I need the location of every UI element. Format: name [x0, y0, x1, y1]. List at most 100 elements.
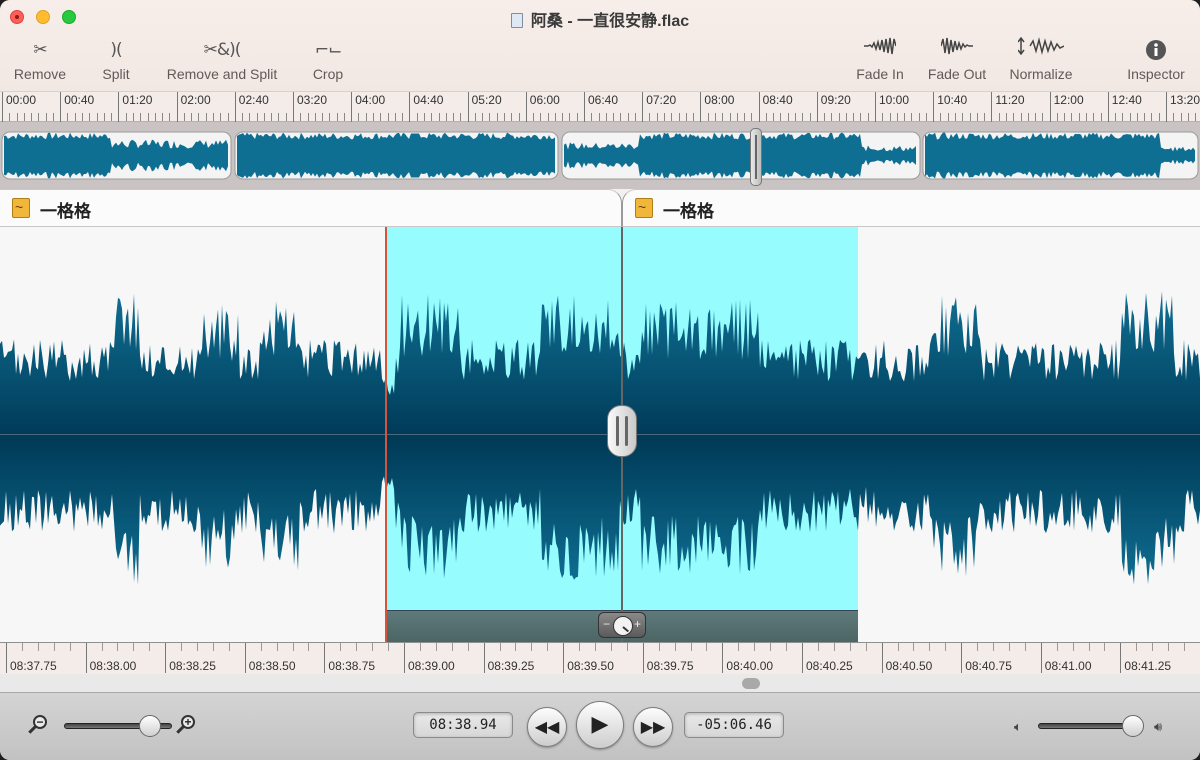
detail-ruler-time-label: 08:38.00	[89, 659, 137, 673]
ruler-minor-tick	[918, 113, 920, 121]
detail-ruler-minor-tick	[595, 643, 597, 651]
ruler-minor-tick	[74, 113, 76, 121]
waveform-editor[interactable]: − +	[0, 227, 1200, 642]
detail-ruler-minor-tick	[1008, 643, 1010, 651]
ruler-minor-tick	[329, 113, 331, 121]
ruler-minor-tick	[89, 113, 91, 121]
track-header-left[interactable]: 一格格	[0, 189, 622, 227]
ruler-minor-tick	[125, 113, 127, 121]
ruler-minor-tick	[416, 113, 418, 121]
split-label: Split	[102, 66, 130, 82]
volume-slider-thumb[interactable]	[1122, 715, 1144, 737]
ruler-time-label: 06:40	[588, 93, 619, 107]
audio-file-icon	[635, 198, 653, 218]
detail-ruler-minor-tick	[499, 643, 501, 651]
ruler-minor-tick	[132, 113, 134, 121]
overview-waveform-shape	[925, 132, 1195, 179]
ruler-minor-tick	[380, 113, 382, 121]
ruler-minor-tick	[82, 113, 84, 121]
ruler-major-tick	[60, 92, 62, 122]
detail-ruler-minor-tick	[913, 643, 915, 651]
detail-ruler-minor-tick	[1088, 643, 1090, 651]
ruler-minor-tick	[482, 113, 484, 121]
detail-ruler-major-tick	[563, 643, 565, 673]
detail-ruler-minor-tick	[754, 643, 756, 651]
ruler-major-tick	[234, 92, 236, 122]
ruler-time-label: 08:00	[704, 93, 735, 107]
detail-ruler-major-tick	[404, 643, 405, 673]
detail-ruler-minor-tick	[579, 643, 581, 651]
fade-in-button[interactable]: Fade In	[852, 36, 908, 82]
ruler-minor-tick	[613, 113, 615, 121]
ruler-minor-tick	[1122, 113, 1124, 121]
window-title-text: 阿桑 - 一直很安静.flac	[530, 13, 690, 30]
ruler-minor-tick	[1078, 113, 1080, 121]
fade-out-icon	[924, 36, 990, 64]
ruler-minor-tick	[751, 113, 753, 121]
ruler-time-label: 12:40	[1111, 93, 1142, 107]
timeline-ruler[interactable]: 00:00 00:40 01:20 02:00 02:40 03:20 04:00 04:40…	[0, 92, 1200, 122]
ruler-minor-tick	[474, 113, 476, 121]
overview-position-handle[interactable]	[750, 128, 762, 186]
ruler-minor-tick	[1115, 113, 1117, 121]
detail-ruler-minor-tick	[212, 643, 214, 651]
gain-dial[interactable]	[613, 616, 633, 636]
ruler-time-label: 06:00	[529, 93, 560, 107]
detail-ruler-minor-tick	[228, 643, 230, 651]
volume-high-icon: 🔊︎	[1154, 720, 1163, 735]
rewind-button[interactable]: ◀◀	[527, 707, 567, 747]
ruler-minor-tick	[838, 113, 840, 121]
detail-ruler-major-tick	[1040, 643, 1042, 673]
ruler-minor-tick	[285, 113, 287, 121]
fast-forward-button[interactable]: ▶▶	[633, 707, 673, 747]
selection-gain-control[interactable]: − +	[598, 612, 646, 638]
ruler-minor-tick	[984, 113, 986, 121]
ruler-minor-tick	[227, 113, 229, 121]
detail-ruler-minor-tick	[419, 643, 421, 651]
inspector-button[interactable]: Inspector	[1120, 36, 1192, 82]
audio-file-icon	[12, 198, 30, 218]
ruler-minor-tick	[678, 113, 680, 121]
normalize-button[interactable]: Normalize	[1004, 36, 1078, 82]
split-icon: )(	[110, 40, 122, 60]
ruler-major-tick	[991, 92, 993, 122]
current-time-display: 08:38.94	[413, 712, 513, 738]
zoom-in-icon[interactable]: +	[176, 715, 196, 735]
ruler-minor-tick	[1020, 113, 1022, 121]
zoom-slider-thumb[interactable]	[139, 715, 162, 737]
playhead-handle[interactable]	[607, 405, 637, 457]
detail-ruler-major-tick	[483, 643, 485, 673]
crop-button[interactable]: ⌐⌙ Crop	[308, 36, 348, 82]
horizontal-scrollbar[interactable]	[0, 674, 1200, 692]
remove-button[interactable]: ✂ Remove	[10, 36, 70, 82]
ruler-minor-tick	[300, 113, 302, 121]
detail-ruler-major-tick	[324, 643, 326, 673]
detail-ruler-minor-tick	[1168, 643, 1170, 651]
ruler-time-label: 02:40	[238, 93, 269, 107]
window-title: 阿桑 - 一直很安静.flac	[0, 7, 1200, 31]
play-button[interactable]: ▶	[576, 701, 624, 749]
fade-out-button[interactable]: Fade Out	[924, 36, 990, 82]
scrollbar-thumb[interactable]	[742, 678, 760, 689]
selection-start-marker[interactable]	[385, 227, 387, 642]
ruler-minor-tick	[911, 113, 913, 121]
ruler-time-label: 00:00	[6, 93, 37, 107]
detail-ruler-minor-tick	[372, 643, 374, 651]
track-header-right[interactable]: 一格格	[622, 189, 1200, 227]
overview-strip[interactable]	[0, 122, 1200, 189]
transport-bar: − + 08:38.94 ◀◀ ▶ ▶▶ -05:06.46 🔈︎ 🔊︎	[0, 692, 1200, 760]
ruler-minor-tick	[438, 113, 440, 121]
ruler-minor-tick	[533, 113, 535, 121]
detail-ruler-minor-tick	[133, 643, 135, 651]
ruler-minor-tick	[373, 113, 375, 121]
ruler-minor-tick	[1158, 113, 1160, 121]
fade-out-label: Fade Out	[927, 66, 987, 82]
ruler-minor-tick	[576, 113, 578, 121]
split-button[interactable]: )( Split	[96, 36, 136, 82]
ruler-time-label: 05:20	[471, 93, 502, 107]
remove-and-split-button[interactable]: ✂&)( Remove and Split	[160, 36, 284, 82]
zoom-out-icon[interactable]: −	[28, 715, 48, 735]
ruler-minor-tick	[511, 113, 513, 121]
detail-ruler-minor-tick	[340, 643, 342, 651]
detail-time-ruler[interactable]: 08:37.75 08:38.00 08:38.25 08:38.50 08:38.75…	[0, 642, 1200, 674]
